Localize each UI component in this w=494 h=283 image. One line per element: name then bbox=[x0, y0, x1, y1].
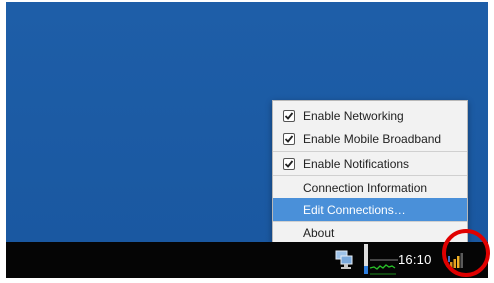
menu-item-label: Connection Information bbox=[303, 180, 428, 195]
checkbox-checked-icon[interactable] bbox=[283, 157, 295, 170]
panel-clock[interactable]: 16:10 bbox=[398, 252, 432, 267]
system-monitor-graph-icon[interactable] bbox=[362, 242, 398, 278]
menu-item-label: Enable Mobile Broadband bbox=[303, 131, 442, 146]
checkbox-checked-icon[interactable] bbox=[283, 109, 295, 122]
menu-item-edit-connections[interactable]: Edit Connections… bbox=[273, 198, 467, 221]
annotation-circle bbox=[442, 229, 490, 277]
menu-item-about[interactable]: About bbox=[273, 221, 467, 244]
menu-item-enable-notifications[interactable]: Enable Notifications bbox=[273, 152, 467, 175]
network-computers-icon[interactable] bbox=[333, 242, 355, 278]
menu-item-enable-mobile-broadband[interactable]: Enable Mobile Broadband bbox=[273, 127, 467, 150]
desktop: Enable Networking Enable Mobile Broadban… bbox=[6, 2, 488, 278]
menu-item-label: Edit Connections… bbox=[303, 202, 406, 217]
menu-item-label: Enable Networking bbox=[303, 108, 404, 123]
bottom-panel: 16:10 bbox=[6, 242, 488, 278]
menu-item-label: Enable Notifications bbox=[303, 156, 410, 171]
menu-item-label: About bbox=[303, 225, 335, 240]
network-applet-menu: Enable Networking Enable Mobile Broadban… bbox=[272, 100, 468, 244]
menu-item-connection-information[interactable]: Connection Information bbox=[273, 176, 467, 199]
menu-item-enable-networking[interactable]: Enable Networking bbox=[273, 104, 467, 127]
checkbox-checked-icon[interactable] bbox=[283, 132, 295, 145]
